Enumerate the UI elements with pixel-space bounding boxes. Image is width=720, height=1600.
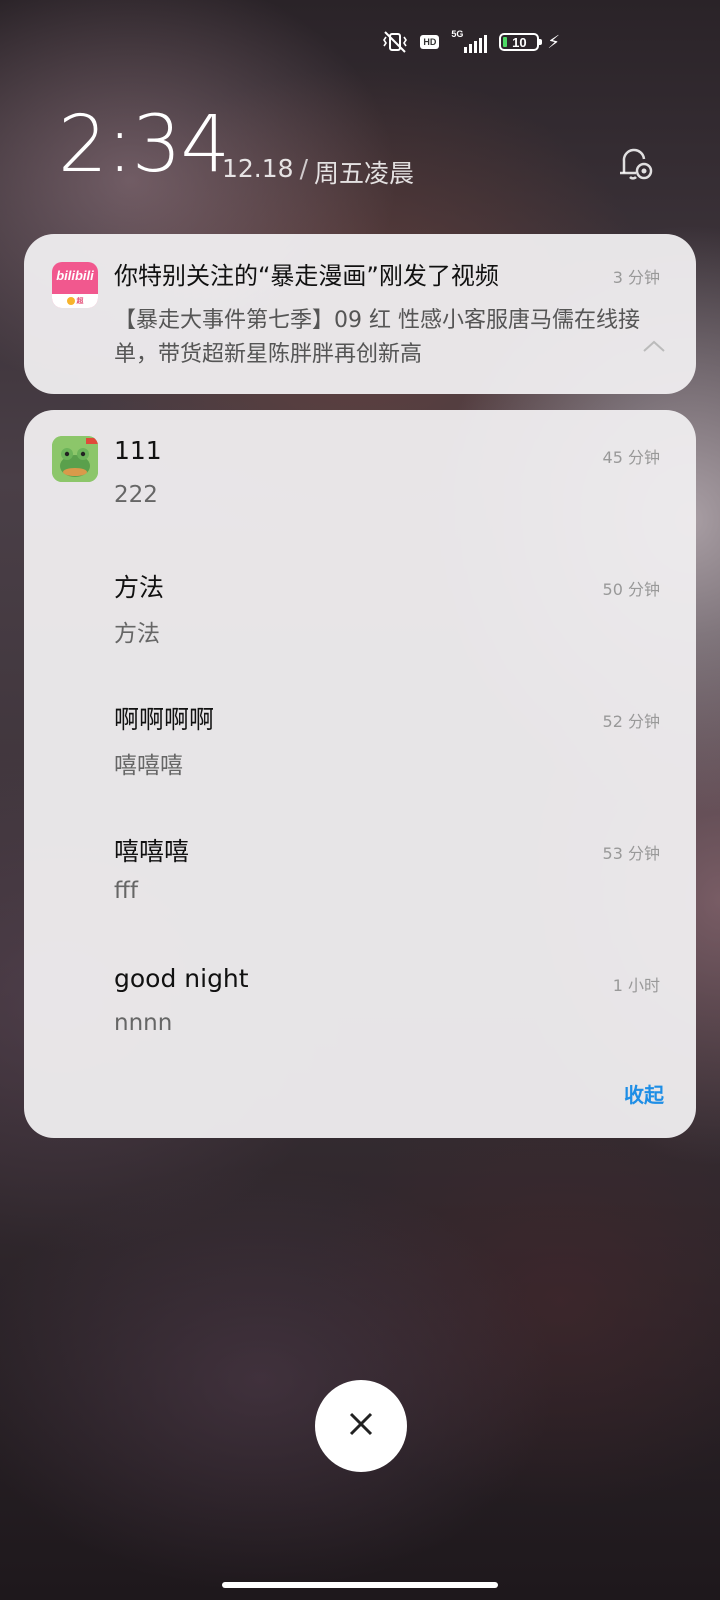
notification-time: 50 分钟 [602, 580, 660, 599]
status-bar: HD 5G 10 ⚡ [382, 26, 560, 58]
date-value: 12.18 [222, 154, 294, 183]
collapse-button[interactable]: 收起 [624, 1079, 664, 1108]
charging-icon: ⚡ [547, 31, 560, 53]
notification-title: 啊啊啊啊 [114, 705, 215, 734]
lockscreen-clock: 2:34 [58, 100, 230, 190]
notification-time: 53 分钟 [602, 844, 660, 863]
notification-time: 45 分钟 [602, 448, 660, 467]
notification-group-card[interactable]: 111 222 45 分钟 方法 方法 50 分钟 啊啊啊啊 嘻嘻嘻 52 分钟… [24, 410, 696, 1138]
weekday-value: 周五凌晨 [314, 159, 415, 188]
list-item[interactable]: 嘻嘻嘻 fff 53 分钟 [24, 806, 696, 916]
notification-title: 方法 [114, 573, 165, 602]
notification-body: fff [114, 878, 138, 904]
vibrate-off-icon [382, 30, 408, 54]
list-item[interactable]: 111 222 45 分钟 [24, 410, 696, 520]
close-icon [348, 1411, 374, 1441]
date-separator: / [299, 154, 309, 183]
notification-body: nnnn [114, 1010, 173, 1036]
battery-icon: 10 [499, 33, 543, 51]
notification-time: 3 分钟 [612, 268, 660, 287]
notification-title: 111 [114, 436, 162, 465]
clear-all-button[interactable] [315, 1380, 407, 1472]
notification-title: 嘻嘻嘻 [114, 837, 190, 866]
notification-time: 52 分钟 [602, 712, 660, 731]
hd-icon: HD [420, 35, 440, 49]
notification-card-bilibili[interactable]: bilibili 超 你特别关注的“暴走漫画”刚发了视频 3 分钟 【暴走大事件… [24, 234, 696, 394]
notification-title: good night [114, 964, 249, 993]
list-item[interactable]: 啊啊啊啊 嘻嘻嘻 52 分钟 [24, 674, 696, 784]
lockscreen-date: 12.18 / 周五凌晨 [222, 154, 414, 190]
notification-time: 1 小时 [612, 976, 660, 995]
list-item[interactable]: 方法 方法 50 分钟 [24, 542, 696, 652]
notification-body: 嘻嘻嘻 [114, 753, 183, 779]
bilibili-icon: bilibili 超 [52, 262, 98, 308]
battery-level: 10 [512, 34, 527, 50]
notification-body: 222 [114, 482, 158, 508]
notification-title: 你特别关注的“暴走漫画”刚发了视频 [114, 262, 499, 290]
signal-icon: 5G [451, 29, 488, 53]
chevron-up-icon[interactable] [642, 338, 666, 354]
notification-settings-icon[interactable] [610, 143, 654, 183]
home-indicator[interactable] [222, 1582, 498, 1588]
notification-body: 方法 [114, 621, 160, 647]
list-item[interactable]: good night nnnn 1 小时 [24, 938, 696, 1048]
notification-body: 【暴走大事件第七季】09 红 性感小客服唐马儒在线接单，带货超新星陈胖胖再创新高 [114, 308, 640, 367]
